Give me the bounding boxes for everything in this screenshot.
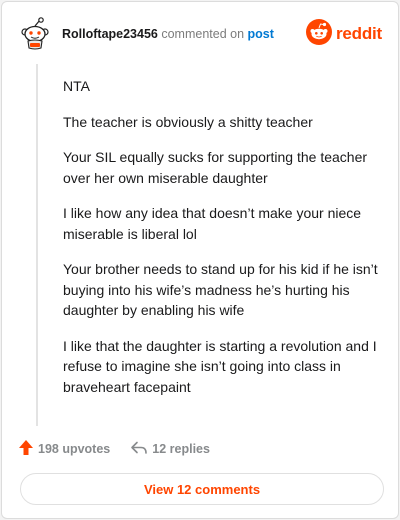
upvote-count: 198 upvotes (38, 442, 111, 456)
reddit-logo-icon (305, 18, 332, 50)
comment-paragraph: The teacher is obviously a shitty teache… (63, 113, 313, 130)
comment-actions: 198 upvotes 12 replies (18, 439, 210, 459)
replies-button[interactable]: 12 replies (130, 441, 210, 458)
username-link[interactable]: Rolloftape23456 (62, 27, 158, 41)
user-avatar-icon[interactable] (20, 17, 52, 53)
comment-card: Rolloftape23456 commented on post reddit (1, 1, 399, 519)
reddit-wordmark: reddit (335, 24, 382, 43)
reply-count: 12 replies (152, 442, 210, 456)
reddit-brand[interactable]: reddit (305, 18, 382, 50)
commented-label: commented on (161, 27, 245, 41)
comment-meta: Rolloftape23456 commented on post (62, 27, 274, 41)
comment-paragraph: NTA (63, 78, 90, 94)
comment-header: Rolloftape23456 commented on post reddit (20, 17, 382, 53)
reply-arrow-icon (130, 441, 152, 458)
thread-line[interactable] (36, 64, 38, 426)
upvote-button[interactable]: 198 upvotes (18, 439, 110, 459)
comment-paragraph: Your brother needs to stand up for his k… (63, 261, 378, 318)
view-comments-button[interactable]: View 12 comments (20, 473, 384, 505)
comment-paragraph: Your SIL equally sucks for supporting th… (63, 149, 368, 186)
post-link[interactable]: post (248, 27, 274, 41)
comment-body: NTA The teacher is obviously a shitty te… (63, 76, 381, 412)
comment-paragraph: I like how any idea that doesn’t make yo… (63, 205, 362, 242)
upvote-arrow-icon (18, 439, 38, 459)
comment-paragraph: I like that the daughter is starting a r… (63, 337, 377, 395)
